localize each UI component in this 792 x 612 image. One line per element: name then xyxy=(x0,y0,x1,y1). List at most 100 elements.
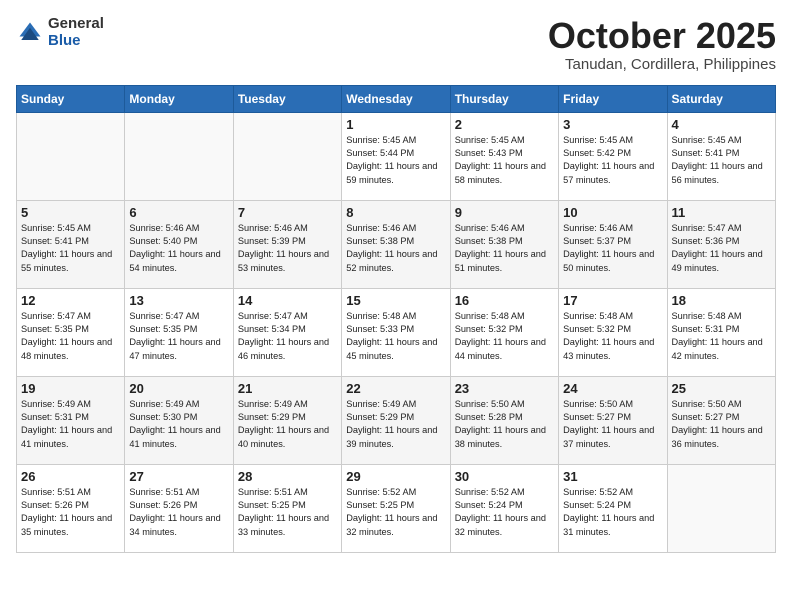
day-number: 2 xyxy=(455,117,554,132)
day-info: Sunrise: 5:48 AM Sunset: 5:32 PM Dayligh… xyxy=(455,310,554,363)
weekday-header-monday: Monday xyxy=(125,85,233,112)
calendar-cell: 18 Sunrise: 5:48 AM Sunset: 5:31 PM Dayli… xyxy=(667,288,775,376)
day-info: Sunrise: 5:52 AM Sunset: 5:24 PM Dayligh… xyxy=(455,486,554,539)
day-number: 29 xyxy=(346,469,445,484)
day-number: 10 xyxy=(563,205,662,220)
day-info: Sunrise: 5:49 AM Sunset: 5:29 PM Dayligh… xyxy=(238,398,337,451)
calendar-cell: 30 Sunrise: 5:52 AM Sunset: 5:24 PM Dayli… xyxy=(450,464,558,552)
day-number: 13 xyxy=(129,293,228,308)
day-number: 24 xyxy=(563,381,662,396)
calendar-cell: 26Sunrise: 5:51 AM Sunset: 5:26 PM Dayli… xyxy=(17,464,125,552)
day-number: 12 xyxy=(21,293,120,308)
calendar-cell: 15 Sunrise: 5:48 AM Sunset: 5:33 PM Dayli… xyxy=(342,288,450,376)
day-info: Sunrise: 5:48 AM Sunset: 5:31 PM Dayligh… xyxy=(672,310,771,363)
logo: General Blue xyxy=(16,16,104,49)
calendar-week-5: 26Sunrise: 5:51 AM Sunset: 5:26 PM Dayli… xyxy=(17,464,776,552)
logo-text: General Blue xyxy=(48,16,104,49)
day-number: 7 xyxy=(238,205,337,220)
day-number: 18 xyxy=(672,293,771,308)
weekday-header-thursday: Thursday xyxy=(450,85,558,112)
calendar-cell: 3Sunrise: 5:45 AM Sunset: 5:42 PM Daylig… xyxy=(559,112,667,200)
calendar-cell: 23Sunrise: 5:50 AM Sunset: 5:28 PM Dayli… xyxy=(450,376,558,464)
day-info: Sunrise: 5:49 AM Sunset: 5:31 PM Dayligh… xyxy=(21,398,120,451)
day-number: 11 xyxy=(672,205,771,220)
day-number: 1 xyxy=(346,117,445,132)
logo-general-text: General xyxy=(48,16,104,33)
calendar-cell: 17Sunrise: 5:48 AM Sunset: 5:32 PM Dayli… xyxy=(559,288,667,376)
calendar-week-3: 12 Sunrise: 5:47 AM Sunset: 5:35 PM Dayli… xyxy=(17,288,776,376)
title-block: October 2025 Tanudan, Cordillera, Philip… xyxy=(548,16,776,73)
weekday-header-row: SundayMondayTuesdayWednesdayThursdayFrid… xyxy=(17,85,776,112)
day-number: 15 xyxy=(346,293,445,308)
day-number: 28 xyxy=(238,469,337,484)
calendar-cell: 16 Sunrise: 5:48 AM Sunset: 5:32 PM Dayli… xyxy=(450,288,558,376)
calendar-cell: 1Sunrise: 5:45 AM Sunset: 5:44 PM Daylig… xyxy=(342,112,450,200)
page-header: General Blue October 2025 Tanudan, Cordi… xyxy=(16,16,776,73)
day-number: 8 xyxy=(346,205,445,220)
day-number: 23 xyxy=(455,381,554,396)
day-info: Sunrise: 5:45 AM Sunset: 5:43 PM Dayligh… xyxy=(455,134,554,187)
logo-blue-text: Blue xyxy=(48,33,104,50)
calendar-cell: 2 Sunrise: 5:45 AM Sunset: 5:43 PM Daylig… xyxy=(450,112,558,200)
calendar-cell: 29 Sunrise: 5:52 AM Sunset: 5:25 PM Dayli… xyxy=(342,464,450,552)
weekday-header-sunday: Sunday xyxy=(17,85,125,112)
day-info: Sunrise: 5:47 AM Sunset: 5:35 PM Dayligh… xyxy=(21,310,120,363)
calendar-week-1: 1Sunrise: 5:45 AM Sunset: 5:44 PM Daylig… xyxy=(17,112,776,200)
calendar-cell: 8 Sunrise: 5:46 AM Sunset: 5:38 PM Daylig… xyxy=(342,200,450,288)
day-info: Sunrise: 5:49 AM Sunset: 5:30 PM Dayligh… xyxy=(129,398,228,451)
calendar-cell: 7 Sunrise: 5:46 AM Sunset: 5:39 PM Daylig… xyxy=(233,200,341,288)
calendar-table: SundayMondayTuesdayWednesdayThursdayFrid… xyxy=(16,85,776,553)
calendar-header: SundayMondayTuesdayWednesdayThursdayFrid… xyxy=(17,85,776,112)
calendar-body: 1Sunrise: 5:45 AM Sunset: 5:44 PM Daylig… xyxy=(17,112,776,552)
day-info: Sunrise: 5:52 AM Sunset: 5:24 PM Dayligh… xyxy=(563,486,662,539)
day-info: Sunrise: 5:45 AM Sunset: 5:41 PM Dayligh… xyxy=(672,134,771,187)
calendar-cell: 6Sunrise: 5:46 AM Sunset: 5:40 PM Daylig… xyxy=(125,200,233,288)
calendar-cell: 13Sunrise: 5:47 AM Sunset: 5:35 PM Dayli… xyxy=(125,288,233,376)
day-info: Sunrise: 5:49 AM Sunset: 5:29 PM Dayligh… xyxy=(346,398,445,451)
calendar-cell: 21 Sunrise: 5:49 AM Sunset: 5:29 PM Dayli… xyxy=(233,376,341,464)
weekday-header-saturday: Saturday xyxy=(667,85,775,112)
day-number: 27 xyxy=(129,469,228,484)
day-number: 19 xyxy=(21,381,120,396)
calendar-cell: 31 Sunrise: 5:52 AM Sunset: 5:24 PM Dayli… xyxy=(559,464,667,552)
day-info: Sunrise: 5:52 AM Sunset: 5:25 PM Dayligh… xyxy=(346,486,445,539)
day-number: 25 xyxy=(672,381,771,396)
day-info: Sunrise: 5:47 AM Sunset: 5:36 PM Dayligh… xyxy=(672,222,771,275)
calendar-title: October 2025 xyxy=(548,16,776,56)
calendar-cell: 20 Sunrise: 5:49 AM Sunset: 5:30 PM Dayli… xyxy=(125,376,233,464)
weekday-header-wednesday: Wednesday xyxy=(342,85,450,112)
day-info: Sunrise: 5:50 AM Sunset: 5:27 PM Dayligh… xyxy=(563,398,662,451)
calendar-cell xyxy=(667,464,775,552)
day-info: Sunrise: 5:45 AM Sunset: 5:42 PM Dayligh… xyxy=(563,134,662,187)
calendar-cell: 11 Sunrise: 5:47 AM Sunset: 5:36 PM Dayli… xyxy=(667,200,775,288)
weekday-header-tuesday: Tuesday xyxy=(233,85,341,112)
day-info: Sunrise: 5:45 AM Sunset: 5:41 PM Dayligh… xyxy=(21,222,120,275)
calendar-cell: 4Sunrise: 5:45 AM Sunset: 5:41 PM Daylig… xyxy=(667,112,775,200)
day-number: 20 xyxy=(129,381,228,396)
day-info: Sunrise: 5:46 AM Sunset: 5:39 PM Dayligh… xyxy=(238,222,337,275)
calendar-week-4: 19 Sunrise: 5:49 AM Sunset: 5:31 PM Dayli… xyxy=(17,376,776,464)
day-number: 26 xyxy=(21,469,120,484)
day-number: 17 xyxy=(563,293,662,308)
day-info: Sunrise: 5:46 AM Sunset: 5:37 PM Dayligh… xyxy=(563,222,662,275)
day-info: Sunrise: 5:47 AM Sunset: 5:34 PM Dayligh… xyxy=(238,310,337,363)
day-info: Sunrise: 5:46 AM Sunset: 5:38 PM Dayligh… xyxy=(346,222,445,275)
calendar-cell: 9Sunrise: 5:46 AM Sunset: 5:38 PM Daylig… xyxy=(450,200,558,288)
day-number: 14 xyxy=(238,293,337,308)
day-info: Sunrise: 5:48 AM Sunset: 5:33 PM Dayligh… xyxy=(346,310,445,363)
day-number: 16 xyxy=(455,293,554,308)
day-number: 21 xyxy=(238,381,337,396)
calendar-cell: 10 Sunrise: 5:46 AM Sunset: 5:37 PM Dayli… xyxy=(559,200,667,288)
calendar-week-2: 5Sunrise: 5:45 AM Sunset: 5:41 PM Daylig… xyxy=(17,200,776,288)
day-number: 22 xyxy=(346,381,445,396)
day-number: 31 xyxy=(563,469,662,484)
calendar-cell xyxy=(17,112,125,200)
weekday-header-friday: Friday xyxy=(559,85,667,112)
calendar-cell: 25Sunrise: 5:50 AM Sunset: 5:27 PM Dayli… xyxy=(667,376,775,464)
day-info: Sunrise: 5:46 AM Sunset: 5:38 PM Dayligh… xyxy=(455,222,554,275)
calendar-cell xyxy=(125,112,233,200)
day-info: Sunrise: 5:51 AM Sunset: 5:25 PM Dayligh… xyxy=(238,486,337,539)
day-info: Sunrise: 5:46 AM Sunset: 5:40 PM Dayligh… xyxy=(129,222,228,275)
day-number: 30 xyxy=(455,469,554,484)
calendar-cell: 28 Sunrise: 5:51 AM Sunset: 5:25 PM Dayli… xyxy=(233,464,341,552)
